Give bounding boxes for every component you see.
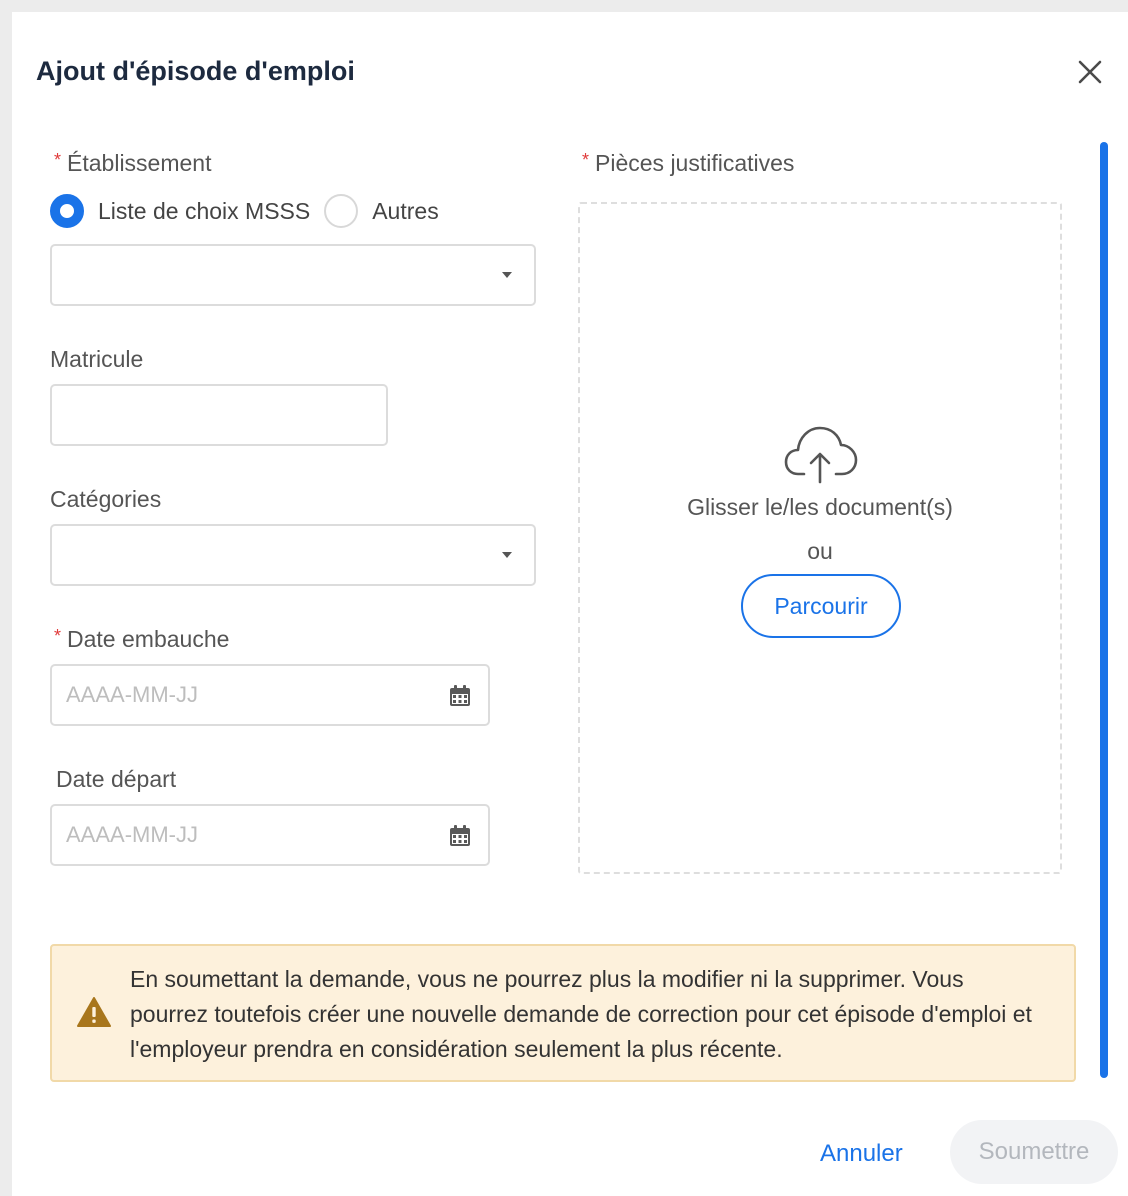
warning-alert: En soumettant la demande, vous ne pourre… — [50, 944, 1076, 1082]
dialog-title: Ajout d'épisode d'emploi — [36, 56, 355, 86]
radio-button-unchecked[interactable] — [324, 194, 359, 228]
establishment-select[interactable] — [50, 244, 536, 306]
radio-button-checked[interactable] — [50, 194, 84, 228]
matricule-label: Matricule — [50, 346, 144, 372]
browse-button[interactable]: Parcourir — [741, 574, 901, 638]
required-marker: * — [54, 626, 62, 646]
radio-liste-msss[interactable]: Liste de choix MSSS — [50, 194, 310, 228]
warning-text: En soumettant la demande, vous ne pourre… — [130, 966, 1032, 1062]
calendar-icon[interactable] — [448, 824, 472, 848]
hire-date-field-wrapper — [50, 664, 490, 726]
categories-select[interactable] — [50, 524, 536, 586]
cloud-upload-icon — [784, 426, 858, 484]
close-button[interactable] — [1072, 54, 1108, 90]
calendar-icon[interactable] — [448, 684, 472, 708]
drop-instructions: Glisser le/les document(s) — [687, 494, 953, 520]
close-icon — [1078, 60, 1102, 84]
submit-button[interactable]: Soumettre — [950, 1120, 1118, 1184]
hire-date-label: * Date embauche — [54, 626, 230, 652]
radio-label-liste-msss: Liste de choix MSSS — [98, 197, 311, 224]
attachments-label: * Pièces justificatives — [582, 150, 795, 176]
departure-date-label: Date départ — [56, 766, 177, 792]
scrollbar[interactable] — [1100, 142, 1108, 1078]
chevron-down-icon — [502, 272, 512, 278]
required-marker: * — [54, 150, 62, 170]
file-drop-zone[interactable]: Glisser le/les document(s) ou Parcourir — [578, 202, 1062, 874]
dialog: Ajout d'épisode d'emploi * Établissement … — [12, 12, 1128, 1196]
cancel-button[interactable]: Annuler — [808, 1132, 915, 1176]
chevron-down-icon — [502, 552, 512, 558]
radio-label-autres: Autres — [372, 197, 439, 224]
categories-label: Catégories — [50, 486, 162, 512]
warning-icon — [77, 997, 111, 1027]
departure-date-field-wrapper — [50, 804, 490, 866]
matricule-input[interactable] — [52, 386, 386, 444]
drop-or-text: ou — [807, 538, 833, 564]
departure-date-input[interactable] — [52, 806, 488, 864]
hire-date-input[interactable] — [52, 666, 488, 724]
required-marker: * — [582, 150, 590, 170]
radio-autres[interactable]: Autres — [324, 194, 439, 228]
establishment-label: * Établissement — [54, 150, 212, 176]
establishment-radio-group: Liste de choix MSSS Autres — [50, 194, 453, 228]
matricule-field-wrapper — [50, 384, 388, 446]
